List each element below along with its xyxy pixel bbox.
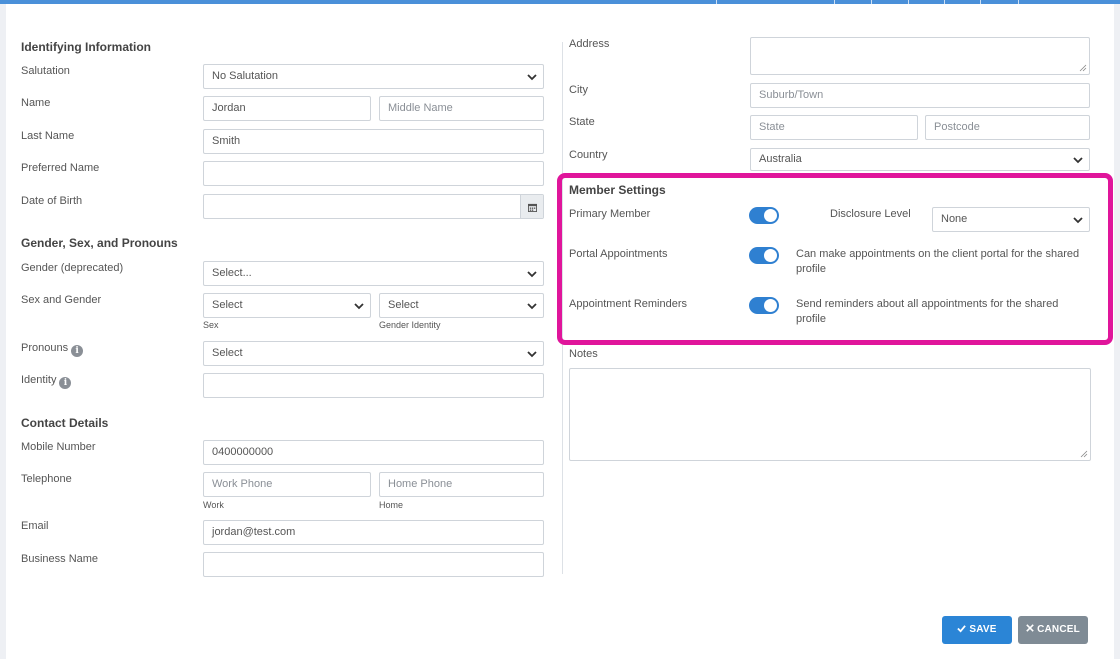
name-label: Name bbox=[21, 97, 51, 109]
chevron-down-icon bbox=[527, 271, 537, 278]
telephone-label: Telephone bbox=[21, 473, 72, 485]
chevron-down-icon bbox=[1073, 157, 1083, 164]
gender-identity-select[interactable]: Select bbox=[379, 293, 544, 318]
country-label: Country bbox=[569, 149, 608, 161]
mobile-value: 0400000000 bbox=[212, 446, 274, 458]
state-placeholder: State bbox=[759, 121, 785, 133]
address-textarea[interactable] bbox=[750, 37, 1090, 75]
email-label: Email bbox=[21, 520, 49, 532]
pronouns-value: Select bbox=[212, 347, 243, 359]
postcode-placeholder: Postcode bbox=[934, 121, 980, 133]
preferred-name-input[interactable] bbox=[203, 161, 544, 186]
identity-label-row: Identity i bbox=[21, 374, 72, 389]
city-input[interactable]: Suburb/Town bbox=[750, 83, 1090, 108]
gender-identity-sublabel: Gender Identity bbox=[379, 320, 441, 330]
salutation-value: No Salutation bbox=[212, 70, 279, 82]
notes-textarea[interactable] bbox=[569, 368, 1091, 461]
mobile-input[interactable]: 0400000000 bbox=[203, 440, 544, 465]
chevron-down-icon bbox=[354, 303, 364, 310]
sex-sublabel: Sex bbox=[203, 320, 219, 330]
postcode-input[interactable]: Postcode bbox=[925, 115, 1090, 140]
gender-identity-value: Select bbox=[388, 299, 419, 311]
home-phone-placeholder: Home Phone bbox=[388, 478, 453, 490]
chevron-down-icon bbox=[527, 303, 537, 310]
state-input[interactable]: State bbox=[750, 115, 918, 140]
gender-value: Select... bbox=[212, 267, 252, 279]
middle-name-input[interactable]: Middle Name bbox=[379, 96, 544, 121]
pronouns-label: Pronouns bbox=[21, 342, 69, 354]
dob-label: Date of Birth bbox=[21, 195, 83, 207]
country-value: Australia bbox=[759, 153, 802, 165]
business-name-label: Business Name bbox=[21, 553, 99, 565]
gender-label: Gender (deprecated) bbox=[21, 262, 124, 274]
sex-value: Select bbox=[212, 299, 243, 311]
business-name-input[interactable] bbox=[203, 552, 544, 577]
country-select[interactable]: Australia bbox=[750, 148, 1090, 171]
identity-input[interactable] bbox=[203, 373, 544, 398]
middle-name-placeholder: Middle Name bbox=[388, 102, 453, 114]
first-name-value: Jordan bbox=[212, 102, 246, 114]
gender-select[interactable]: Select... bbox=[203, 261, 544, 286]
salutation-label: Salutation bbox=[21, 65, 70, 77]
pronouns-label-row: Pronouns i bbox=[21, 342, 84, 357]
email-value: jordan@test.com bbox=[212, 526, 296, 538]
dob-input[interactable] bbox=[203, 194, 544, 219]
state-label: State bbox=[569, 116, 595, 128]
mobile-label: Mobile Number bbox=[21, 441, 96, 453]
chevron-down-icon bbox=[527, 351, 537, 358]
home-phone-input[interactable]: Home Phone bbox=[379, 472, 544, 497]
work-phone-input[interactable]: Work Phone bbox=[203, 472, 371, 497]
work-sublabel: Work bbox=[203, 500, 224, 510]
last-name-input[interactable]: Smith bbox=[203, 129, 544, 154]
last-name-value: Smith bbox=[212, 135, 241, 147]
sex-select[interactable]: Select bbox=[203, 293, 371, 318]
cancel-label: CANCEL bbox=[1037, 624, 1080, 635]
home-sublabel: Home bbox=[379, 500, 404, 510]
check-icon bbox=[957, 625, 967, 633]
contact-heading: Contact Details bbox=[21, 416, 109, 430]
first-name-input[interactable]: Jordan bbox=[203, 96, 371, 121]
email-input[interactable]: jordan@test.com bbox=[203, 520, 544, 545]
last-name-label: Last Name bbox=[21, 130, 75, 142]
work-phone-placeholder: Work Phone bbox=[212, 478, 273, 490]
save-button[interactable]: SAVE bbox=[942, 616, 1012, 644]
identifying-heading: Identifying Information bbox=[21, 40, 151, 54]
preferred-name-label: Preferred Name bbox=[21, 162, 100, 174]
resize-grip-icon[interactable] bbox=[1079, 64, 1087, 72]
pronouns-select[interactable]: Select bbox=[203, 341, 544, 366]
cancel-button[interactable]: CANCEL bbox=[1018, 616, 1088, 644]
date-picker-button[interactable] bbox=[520, 195, 543, 218]
save-label: SAVE bbox=[969, 624, 997, 635]
info-icon[interactable]: i bbox=[71, 345, 84, 357]
info-icon[interactable]: i bbox=[59, 377, 72, 389]
sex-gender-label: Sex and Gender bbox=[21, 294, 102, 306]
notes-label: Notes bbox=[569, 348, 598, 360]
x-icon bbox=[1026, 624, 1034, 632]
identity-label: Identity bbox=[21, 374, 57, 386]
calendar-icon bbox=[528, 203, 537, 212]
gender-heading: Gender, Sex, and Pronouns bbox=[21, 236, 178, 250]
city-label: City bbox=[569, 84, 588, 96]
address-label: Address bbox=[569, 38, 610, 50]
salutation-select[interactable]: No Salutation bbox=[203, 64, 544, 89]
resize-grip-icon[interactable] bbox=[1080, 450, 1088, 458]
chevron-down-icon bbox=[527, 74, 537, 81]
city-placeholder: Suburb/Town bbox=[759, 89, 824, 101]
member-settings-highlight bbox=[557, 173, 1113, 345]
